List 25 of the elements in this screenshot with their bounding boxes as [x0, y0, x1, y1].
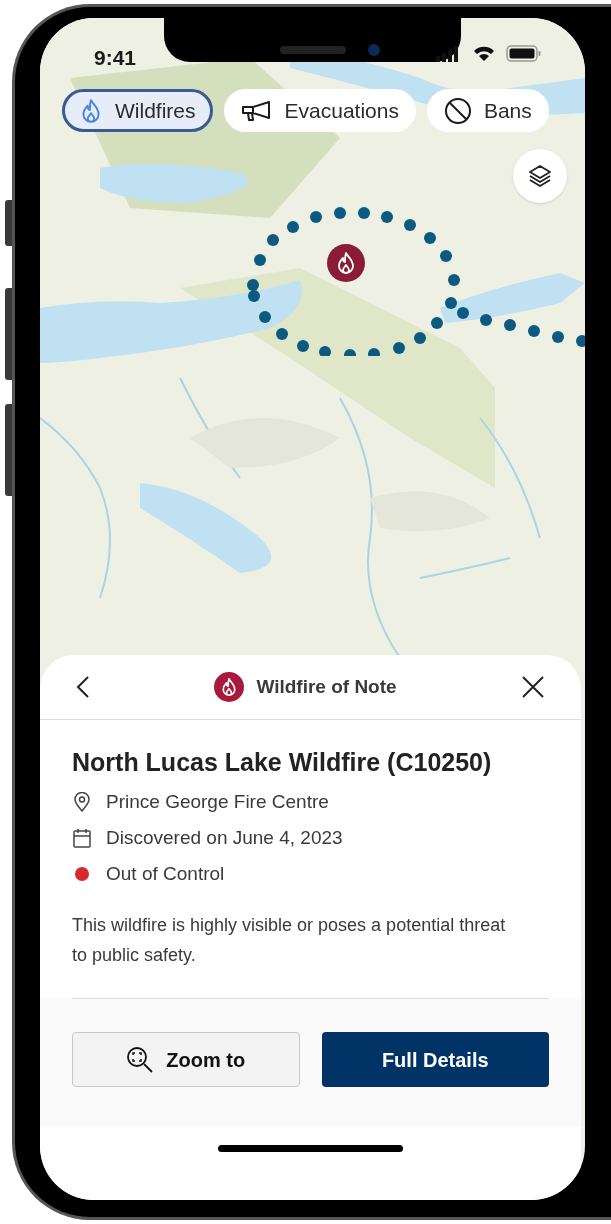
- fire-icon: [214, 672, 245, 702]
- signal-icon: [436, 46, 460, 62]
- layers-icon: [527, 163, 553, 189]
- calendar-icon: [72, 828, 92, 848]
- close-icon[interactable]: [521, 675, 545, 699]
- battery-icon: [506, 45, 542, 62]
- full-details-button[interactable]: Full Details: [321, 1032, 549, 1087]
- wifi-icon: [473, 45, 495, 62]
- wildfire-description: This wildfire is highly visible or poses a potential threat to public safety.: [72, 914, 507, 967]
- zoom-icon: [126, 1045, 155, 1074]
- prohibited-icon: [443, 96, 472, 125]
- detail-text: Prince George Fire Centre: [106, 789, 329, 814]
- filter-chip[interactable]: Wildfires: [62, 89, 213, 132]
- location-pin-icon: [72, 792, 92, 812]
- status-time: 9:41: [94, 45, 137, 71]
- speaker-grille: [280, 46, 346, 54]
- zoom-to-button[interactable]: Zoom to: [72, 1032, 300, 1087]
- back-chevron-icon[interactable]: [76, 675, 90, 699]
- megaphone-icon: [240, 99, 273, 122]
- wildfire-name: North Lucas Lake Wildfire (C10250): [72, 747, 493, 778]
- filter-chip[interactable]: Bans: [426, 89, 549, 132]
- detail-text: Out of Control: [106, 861, 225, 886]
- filter-chip[interactable]: Evacuations: [223, 89, 416, 132]
- sheet-title: Wildfire of Note: [256, 674, 397, 699]
- detail-text: Discovered on June 4, 2023: [106, 825, 343, 850]
